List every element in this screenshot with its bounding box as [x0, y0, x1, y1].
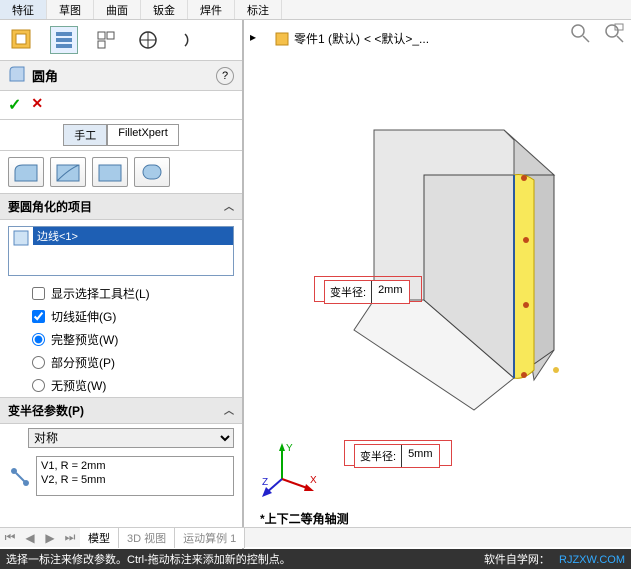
label-no-preview: 无预览(W) — [51, 377, 106, 394]
option-partial-preview[interactable]: 部分预览(P) — [0, 351, 242, 374]
cancel-button[interactable]: ✕ — [31, 95, 43, 115]
tab-filletxpert[interactable]: FilletXpert — [107, 124, 179, 146]
fillet-icon — [8, 65, 26, 86]
svg-text:X: X — [310, 475, 317, 486]
config-manager-icon[interactable] — [92, 26, 120, 54]
tab-scroll-first-icon[interactable]: ⏮ — [0, 530, 20, 545]
tab-manual[interactable]: 手工 — [63, 124, 107, 146]
vertex-item-1[interactable]: V1, R = 2mm — [41, 459, 229, 473]
radio-full-preview[interactable] — [32, 333, 45, 346]
label-show-toolbar: 显示选择工具栏(L) — [51, 285, 150, 302]
mode-tabs: 手工 FilletXpert — [0, 120, 242, 151]
edge-icon — [9, 227, 33, 275]
option-no-preview[interactable]: 无预览(W) — [0, 374, 242, 397]
status-bar: 选择一标注来修改参数。Ctrl-拖动标注来添加新的控制点。 软件自学网： RJZ… — [0, 549, 631, 569]
breadcrumb-state: < <默认>_... — [364, 30, 429, 47]
tab-motion[interactable]: 运动算例 1 — [175, 528, 245, 548]
tab-sheetmetal[interactable]: 钣金 — [141, 0, 188, 19]
tab-scroll-next-icon[interactable]: ▶ — [40, 531, 60, 545]
dimxpert-icon[interactable] — [134, 26, 162, 54]
property-manager-icon[interactable] — [50, 26, 78, 54]
vertex-item-2[interactable]: V2, R = 5mm — [41, 473, 229, 487]
tab-model[interactable]: 模型 — [80, 528, 119, 548]
radius-callout-bottom[interactable]: 变半径: 5mm — [354, 444, 440, 468]
option-show-toolbar[interactable]: 显示选择工具栏(L) — [0, 282, 242, 305]
ok-button[interactable]: ✓ — [8, 95, 21, 115]
full-round-icon[interactable] — [134, 157, 170, 187]
panel-title-bar: 圆角 ? — [0, 61, 242, 91]
status-hint: 选择一标注来修改参数。Ctrl-拖动标注来添加新的控制点。 — [6, 551, 291, 567]
confirm-row: ✓ ✕ — [0, 91, 242, 120]
zoom-fit-icon[interactable] — [569, 22, 591, 47]
label-partial-preview: 部分预览(P) — [51, 354, 115, 371]
radius-value-top[interactable]: 2mm — [372, 281, 408, 303]
help-icon[interactable]: ? — [216, 67, 234, 85]
view-tools — [569, 22, 625, 47]
radius-value-bottom[interactable]: 5mm — [402, 445, 438, 467]
params-header-label: 变半径参数(P) — [8, 402, 84, 419]
part-icon — [274, 31, 290, 47]
selection-list[interactable]: 边线<1> — [8, 226, 234, 276]
breadcrumb-part: 零件1 (默认) — [294, 30, 360, 47]
params-section-header[interactable]: 变半径参数(P) ︿ — [0, 397, 242, 424]
tab-sketch[interactable]: 草图 — [47, 0, 94, 19]
items-header-label: 要圆角化的项目 — [8, 198, 92, 215]
radius-label-top: 变半径: — [325, 281, 372, 303]
radio-partial-preview[interactable] — [32, 356, 45, 369]
panel-tab-row — [0, 20, 242, 61]
main-tabs: 特征 草图 曲面 钣金 焊件 标注 — [0, 0, 631, 20]
radius-callout-top[interactable]: 变半径: 2mm — [324, 280, 410, 304]
radio-no-preview[interactable] — [32, 379, 45, 392]
vertex-list[interactable]: V1, R = 2mm V2, R = 5mm — [36, 456, 234, 496]
radius-label-bottom: 变半径: — [355, 445, 402, 467]
chevron-up-icon: ︿ — [224, 198, 234, 215]
fillet-type-row — [0, 151, 242, 193]
panel-overflow-icon[interactable] — [176, 26, 204, 54]
feature-tree-icon[interactable] — [8, 26, 36, 54]
checkbox-show-toolbar[interactable] — [32, 287, 45, 300]
flyout-tree-arrow-icon[interactable]: ▸ — [250, 30, 256, 44]
watermark-site: 软件自学网： — [484, 554, 550, 566]
checkbox-tangent[interactable] — [32, 310, 45, 323]
viewport[interactable]: ▸ 零件1 (默认) < <默认>_... — [244, 20, 631, 569]
panel-title: 圆角 — [32, 66, 58, 85]
tab-surface[interactable]: 曲面 — [94, 0, 141, 19]
svg-text:Y: Y — [286, 443, 293, 454]
label-tangent: 切线延伸(G) — [51, 308, 116, 325]
zoom-area-icon[interactable] — [603, 22, 625, 47]
tab-weld[interactable]: 焊件 — [188, 0, 235, 19]
feature-manager-panel: 圆角 ? ✓ ✕ 手工 FilletXpert 要圆角化的项目 ︿ — [0, 20, 244, 569]
constant-fillet-icon[interactable] — [8, 157, 44, 187]
vertex-list-icon — [8, 465, 30, 487]
tab-feature[interactable]: 特征 — [0, 0, 47, 19]
breadcrumb[interactable]: 零件1 (默认) < <默认>_... — [274, 30, 429, 47]
symmetry-select[interactable]: 对称 — [28, 428, 234, 448]
label-full-preview: 完整预览(W) — [51, 331, 118, 348]
selection-item-edge1[interactable]: 边线<1> — [33, 227, 233, 245]
triad-icon: Y X Z — [262, 439, 322, 499]
watermark-url: RJZXW.COM — [559, 554, 625, 566]
tab-3dview[interactable]: 3D 视图 — [119, 528, 175, 548]
option-tangent[interactable]: 切线延伸(G) — [0, 305, 242, 328]
chevron-up-icon: ︿ — [224, 402, 234, 419]
face-fillet-icon[interactable] — [92, 157, 128, 187]
model-preview — [314, 100, 574, 420]
orientation-label: *上下二等角轴测 — [260, 510, 349, 527]
tab-scroll-prev-icon[interactable]: ◀ — [20, 531, 40, 545]
bottom-tabs: ⏮ ◀ ▶ ⏭ 模型 3D 视图 运动算例 1 — [0, 527, 631, 547]
svg-text:Z: Z — [262, 477, 268, 488]
tab-annotate[interactable]: 标注 — [235, 0, 282, 19]
variable-fillet-icon[interactable] — [50, 157, 86, 187]
option-full-preview[interactable]: 完整预览(W) — [0, 328, 242, 351]
items-section-header[interactable]: 要圆角化的项目 ︿ — [0, 193, 242, 220]
tab-scroll-last-icon[interactable]: ⏭ — [60, 530, 80, 545]
